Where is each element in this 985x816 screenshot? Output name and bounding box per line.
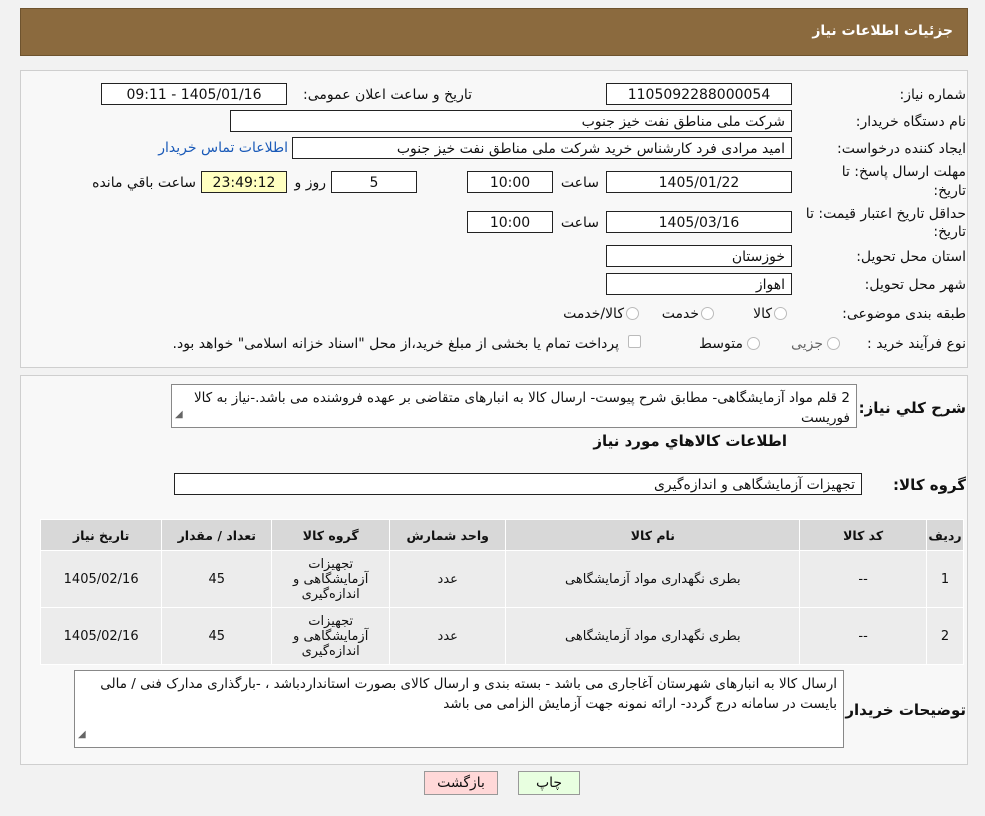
col-row: ردیف [926, 519, 964, 551]
cell-unit: عدد [389, 550, 507, 608]
print-button[interactable]: چاپ [518, 771, 580, 795]
cell-code: -- [799, 550, 928, 608]
col-name: نام کالا [505, 519, 801, 551]
goods-section-title: اطلاعات کالاهاي مورد نیاز [593, 432, 787, 450]
time-remaining-label: ساعت باقي مانده [92, 175, 196, 191]
page-header: جزئیات اطلاعات نیاز [20, 8, 968, 56]
category-option-goods: کالا [753, 306, 772, 322]
cell-group: تجهیزات آزمایشگاهی و اندازه‌گیری [271, 550, 391, 608]
deadline-time-field: 10:00 [467, 171, 553, 193]
validity-label: حداقل تاریخ اعتبار قیمت: تا [805, 206, 966, 222]
treasury-payment-checkbox[interactable] [628, 335, 641, 348]
creator-field: امید مرادی فرد کارشناس خرید شرکت ملی منا… [292, 137, 792, 159]
cell-name: بطری نگهداری مواد آزمایشگاهی [505, 607, 801, 665]
cell-code: -- [799, 607, 928, 665]
category-radio-service[interactable] [701, 307, 714, 320]
validity-time-label: ساعت [560, 215, 599, 231]
need-number-label: شماره نیاز: [899, 87, 967, 103]
city-label: شهر محل تحویل: [864, 277, 966, 293]
cell-date: 1405/02/16 [39, 607, 163, 665]
cell-qty: 45 [161, 550, 273, 608]
goods-group-field: تجهیزات آزمایشگاهی و اندازه‌گیری [174, 473, 862, 495]
page-title: جزئیات اطلاعات نیاز [812, 23, 953, 39]
summary-textarea: 2 قلم مواد آزمایشگاهی- مطابق شرح پیوست- … [171, 384, 857, 428]
goods-group-label: گروه کالا: [893, 476, 966, 494]
cell-unit: عدد [389, 607, 507, 665]
deadline-label: مهلت ارسال پاسخ: تا [841, 164, 966, 180]
category-radio-goods[interactable] [774, 307, 787, 320]
col-date: تاریخ نیاز [39, 519, 163, 551]
deadline-label-date: تاریخ: [933, 183, 966, 199]
creator-label: ایجاد کننده درخواست: [837, 141, 966, 157]
category-option-service: خدمت [661, 306, 699, 322]
col-code: کد کالا [799, 519, 928, 551]
deadline-time-label: ساعت [560, 175, 599, 191]
process-radio-medium[interactable] [747, 337, 760, 350]
col-qty: تعداد / مقدار [161, 519, 273, 551]
process-option-minor: جزیی [791, 336, 823, 352]
city-field: اهواز [606, 273, 792, 295]
province-field: خوزستان [606, 245, 792, 267]
col-unit: واحد شمارش [389, 519, 507, 551]
process-label: نوع فرآیند خرید : [867, 336, 966, 352]
cell-name: بطری نگهداری مواد آزمایشگاهی [505, 550, 801, 608]
summary-text: 2 قلم مواد آزمایشگاهی- مطابق شرح پیوست- … [193, 390, 850, 426]
cell-qty: 45 [161, 607, 273, 665]
validity-date-field: 1405/03/16 [606, 211, 792, 233]
back-button[interactable]: بازگشت [424, 771, 498, 795]
category-option-goods-service: کالا/خدمت [563, 306, 624, 322]
announce-label: تاریخ و ساعت اعلان عمومی: [303, 87, 472, 103]
goods-table-header: ردیف کد کالا نام کالا واحد شمارش گروه کا… [39, 519, 964, 551]
summary-label: شرح کلي نیاز: [858, 399, 966, 417]
announce-datetime-field: 1405/01/16 - 09:11 [101, 83, 287, 105]
time-remaining-field: 23:49:12 [201, 171, 287, 193]
contact-info-link[interactable]: اطلاعات تماس خریدار [158, 140, 288, 156]
deadline-date-field: 1405/01/22 [606, 171, 792, 193]
need-number-field: 1105092288000054 [606, 83, 792, 105]
validity-label-date: تاریخ: [933, 224, 966, 240]
cell-date: 1405/02/16 [39, 550, 163, 608]
category-label: طبقه بندی موضوعی: [842, 306, 966, 322]
buyer-label: نام دستگاه خریدار: [855, 114, 966, 130]
notes-text: ارسال کالا به انبارهای شهرستان آغاجاری م… [100, 676, 837, 712]
notes-label: توضیحات خریدار: [839, 701, 966, 719]
goods-table: ردیف کد کالا نام کالا واحد شمارش گروه کا… [39, 519, 964, 665]
validity-time-field: 10:00 [467, 211, 553, 233]
resize-handle-icon[interactable]: ◢ [78, 725, 86, 745]
resize-handle-icon[interactable]: ◢ [175, 405, 183, 425]
province-label: استان محل تحویل: [856, 249, 966, 265]
table-row: 2 -- بطری نگهداری مواد آزمایشگاهی عدد تج… [39, 607, 964, 665]
cell-row: 1 [926, 550, 964, 608]
days-remaining-field: 5 [331, 171, 417, 193]
category-radio-goods-service[interactable] [626, 307, 639, 320]
buyer-field: شرکت ملی مناطق نفت خیز جنوب [230, 110, 792, 132]
col-group: گروه کالا [271, 519, 391, 551]
notes-textarea: ارسال کالا به انبارهای شهرستان آغاجاری م… [74, 670, 844, 748]
days-label: روز و [294, 175, 327, 191]
table-row: 1 -- بطری نگهداری مواد آزمایشگاهی عدد تج… [39, 550, 964, 608]
cell-row: 2 [926, 607, 964, 665]
treasury-payment-note: پرداخت تمام یا بخشی از مبلغ خرید،از محل … [172, 336, 619, 352]
process-option-medium: متوسط [699, 336, 743, 352]
cell-group: تجهیزات آزمایشگاهی و اندازه‌گیری [271, 607, 391, 665]
process-radio-minor[interactable] [827, 337, 840, 350]
